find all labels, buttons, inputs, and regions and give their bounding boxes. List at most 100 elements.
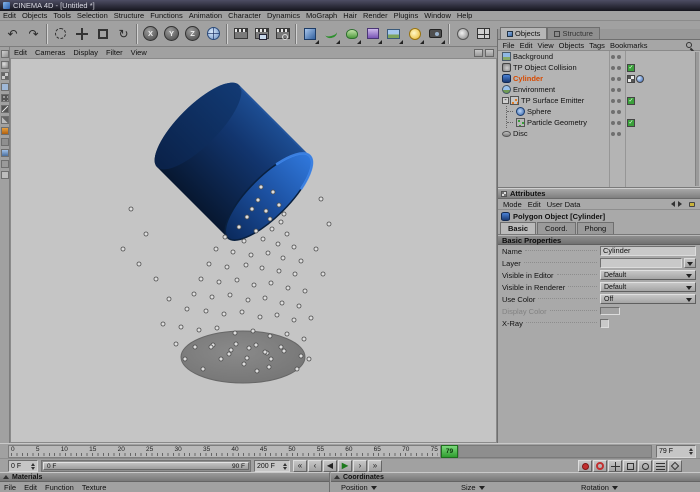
add-nurbs-button[interactable] <box>341 23 362 45</box>
viewport-canvas[interactable] <box>10 58 497 443</box>
polygons-mode-icon[interactable] <box>1 116 9 124</box>
lock-icon[interactable] <box>689 202 695 207</box>
timeline-ruler[interactable]: 05 1015 2025 3035 4045 5055 6065 7075 <box>8 445 441 458</box>
visibility-dots[interactable] <box>611 99 621 103</box>
spinner-arrows-icon[interactable] <box>31 461 35 472</box>
keyframe-pla-toggle[interactable] <box>668 460 682 472</box>
menu-objects[interactable]: Objects <box>19 11 50 20</box>
texture-tag-icon[interactable] <box>627 75 635 83</box>
edges-mode-icon[interactable] <box>1 105 9 113</box>
layer-field[interactable] <box>600 258 682 268</box>
render-settings-button[interactable] <box>272 23 293 45</box>
autokeying-button[interactable] <box>593 460 607 472</box>
menu-tools[interactable]: Tools <box>50 11 74 20</box>
menu-character[interactable]: Character <box>225 11 264 20</box>
visible-in-renderer-dropdown[interactable]: Default <box>600 282 696 292</box>
add-camera-button[interactable] <box>425 23 446 45</box>
frame-range-handle[interactable]: 0 F 90 F <box>43 462 249 470</box>
play-forward-button[interactable]: ▶ <box>338 460 352 472</box>
visibility-dots[interactable] <box>611 88 621 92</box>
viewport-menu-cameras[interactable]: Cameras <box>31 48 69 57</box>
tree-row-disc[interactable]: Disc <box>498 128 700 139</box>
phong-tag-icon[interactable] <box>636 75 644 83</box>
goto-start-button[interactable]: « <box>293 460 307 472</box>
workplane-mode-icon[interactable] <box>1 83 9 91</box>
viewport-menu-edit[interactable]: Edit <box>10 48 31 57</box>
om-menu-objects[interactable]: Objects <box>556 41 586 50</box>
materials-menu-texture[interactable]: Texture <box>78 483 111 492</box>
keyframe-parameter-toggle[interactable] <box>653 460 667 472</box>
attr-menu-user-data[interactable]: User Data <box>544 200 584 209</box>
tab-structure[interactable]: Structure <box>547 27 599 39</box>
enable-snap-icon[interactable] <box>1 149 9 157</box>
redo-button[interactable] <box>23 23 44 45</box>
tab-phong[interactable]: Phong <box>577 222 615 234</box>
viewport-solo-icon[interactable] <box>1 138 9 146</box>
position-column-header[interactable]: Position <box>331 483 451 492</box>
add-environment-object-button[interactable] <box>383 23 404 45</box>
materials-menu-file[interactable]: File <box>0 483 20 492</box>
add-light-button[interactable] <box>404 23 425 45</box>
record-keyframe-button[interactable] <box>578 460 592 472</box>
menu-edit[interactable]: Edit <box>0 11 19 20</box>
use-color-dropdown[interactable]: Off <box>600 294 696 304</box>
history-back-icon[interactable] <box>668 201 675 207</box>
visibility-dots[interactable] <box>611 110 621 114</box>
locked-workplane-icon[interactable] <box>1 160 9 168</box>
previous-frame-button[interactable]: ‹ <box>308 460 322 472</box>
expression-tag-icon[interactable] <box>627 119 635 127</box>
title-bar[interactable]: CINEMA 4D - [Untitled *] <box>0 0 700 11</box>
search-icon[interactable] <box>686 42 692 48</box>
make-editable-icon[interactable] <box>1 50 9 58</box>
current-frame-field[interactable]: 79 F <box>656 445 696 458</box>
spinner-arrows-icon[interactable] <box>689 446 693 457</box>
display-mode-button[interactable] <box>452 23 473 45</box>
viewport-minimize-icon[interactable] <box>474 49 483 57</box>
attr-menu-mode[interactable]: Mode <box>500 200 525 209</box>
spinner-arrows-icon[interactable] <box>283 461 287 472</box>
menu-hair[interactable]: Hair <box>340 11 360 20</box>
quantize-icon[interactable] <box>1 171 9 179</box>
history-forward-icon[interactable] <box>678 201 685 207</box>
tab-coord[interactable]: Coord. <box>537 222 576 234</box>
add-modeling-object-button[interactable] <box>362 23 383 45</box>
menu-functions[interactable]: Functions <box>147 11 186 20</box>
visibility-dots[interactable] <box>611 66 621 70</box>
scale-tool-button[interactable] <box>92 23 113 45</box>
render-picture-viewer-button[interactable] <box>251 23 272 45</box>
rotate-tool-button[interactable] <box>113 23 134 45</box>
menu-mograph[interactable]: MoGraph <box>303 11 340 20</box>
texture-mode-icon[interactable] <box>1 72 9 80</box>
tree-row-environment[interactable]: Environment <box>498 84 700 95</box>
menu-dynamics[interactable]: Dynamics <box>264 11 303 20</box>
next-frame-button[interactable]: › <box>353 460 367 472</box>
viewport-maximize-icon[interactable] <box>485 49 494 57</box>
range-start-field[interactable]: 0 F <box>8 460 38 472</box>
materials-menu-edit[interactable]: Edit <box>20 483 41 492</box>
keyframe-position-toggle[interactable] <box>608 460 622 472</box>
model-mode-icon[interactable] <box>1 61 9 69</box>
play-backward-button[interactable]: ◀ <box>323 460 337 472</box>
tree-row-sphere[interactable]: Sphere <box>498 106 700 117</box>
visible-in-editor-dropdown[interactable]: Default <box>600 270 696 280</box>
collapse-triangle-icon[interactable] <box>3 472 9 479</box>
tab-basic[interactable]: Basic <box>500 222 536 234</box>
size-column-header[interactable]: Size <box>451 483 571 492</box>
add-primitive-button[interactable] <box>299 23 320 45</box>
name-input[interactable]: Cylinder <box>600 246 696 256</box>
visibility-dots[interactable] <box>611 77 621 81</box>
viewport-menu-view[interactable]: View <box>127 48 151 57</box>
coordinate-system-button[interactable] <box>203 23 224 45</box>
menu-help[interactable]: Help <box>454 11 475 20</box>
attr-menu-edit[interactable]: Edit <box>525 200 544 209</box>
document-end-field[interactable]: 200 F <box>254 460 290 472</box>
tab-objects[interactable]: Objects <box>500 27 547 39</box>
x-axis-lock-button[interactable]: X <box>140 23 161 45</box>
menu-structure[interactable]: Structure <box>111 11 147 20</box>
move-tool-button[interactable] <box>71 23 92 45</box>
menu-window[interactable]: Window <box>421 11 454 20</box>
undo-button[interactable] <box>2 23 23 45</box>
tree-row-background[interactable]: Background <box>498 51 700 62</box>
keyframe-scale-toggle[interactable] <box>623 460 637 472</box>
render-view-button[interactable] <box>230 23 251 45</box>
